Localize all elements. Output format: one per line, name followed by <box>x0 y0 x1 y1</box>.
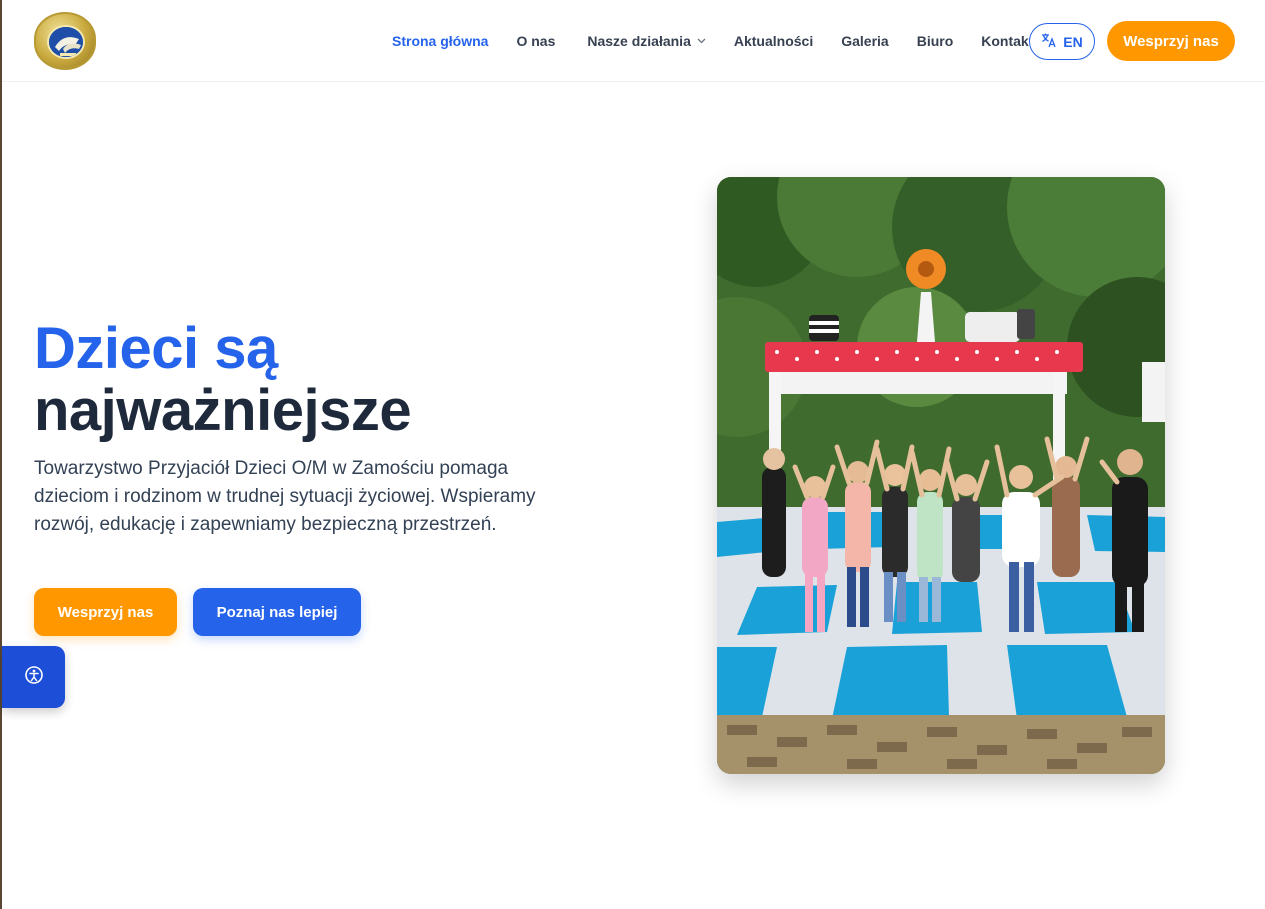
site-logo[interactable] <box>34 12 96 70</box>
learn-more-button-label: Poznaj nas lepiej <box>216 603 338 621</box>
translate-icon <box>1041 32 1057 51</box>
nav-news-label: Aktualności <box>733 33 814 49</box>
accessibility-icon <box>24 665 44 690</box>
support-button[interactable]: Wesprzyj nas <box>34 588 177 636</box>
nav-home[interactable]: Strona główna <box>392 33 488 49</box>
hero-description: Towarzystwo Przyjaciół Dzieci O/M w Zamo… <box>34 458 536 535</box>
header-support-button[interactable]: Wesprzyj nas <box>1107 21 1235 61</box>
nav-office[interactable]: Biuro <box>917 33 954 49</box>
learn-more-button[interactable]: Poznaj nas lepiej <box>193 588 361 636</box>
accessibility-button[interactable] <box>2 646 65 708</box>
chevron-down-icon <box>697 36 706 47</box>
logo-emblem <box>47 25 85 59</box>
main-navigation: Strona główna O nas Nasze działania Aktu… <box>392 0 1061 82</box>
hero-title-line1: Dzieci są <box>34 316 278 381</box>
nav-contact-label: Kontakt <box>981 33 1034 49</box>
nav-contact[interactable]: Kontakt <box>981 33 1033 49</box>
nav-activities[interactable]: Nasze działania <box>587 33 706 49</box>
nav-gallery-label: Galeria <box>841 33 889 49</box>
nav-gallery[interactable]: Galeria <box>841 33 888 49</box>
hero-title: Dzieci są najważniejsze <box>34 316 412 443</box>
hero-title-line2: najważniejsze <box>34 378 412 443</box>
nav-about-label: O nas <box>516 33 556 49</box>
nav-office-label: Biuro <box>916 33 954 49</box>
support-button-label: Wesprzyj nas <box>57 603 154 621</box>
header-support-label: Wesprzyj nas <box>1123 32 1219 50</box>
nav-about[interactable]: O nas <box>516 33 555 49</box>
site-header: Strona główna O nas Nasze działania Aktu… <box>2 0 1265 82</box>
nav-news[interactable]: Aktualności <box>734 33 813 49</box>
nav-home-label: Strona główna <box>392 33 489 49</box>
language-switch-button[interactable]: EN <box>1029 23 1095 60</box>
language-label: EN <box>1063 33 1083 50</box>
hero-photo <box>717 177 1165 774</box>
nav-activities-label: Nasze działania <box>587 33 691 49</box>
window-edge <box>0 0 2 909</box>
